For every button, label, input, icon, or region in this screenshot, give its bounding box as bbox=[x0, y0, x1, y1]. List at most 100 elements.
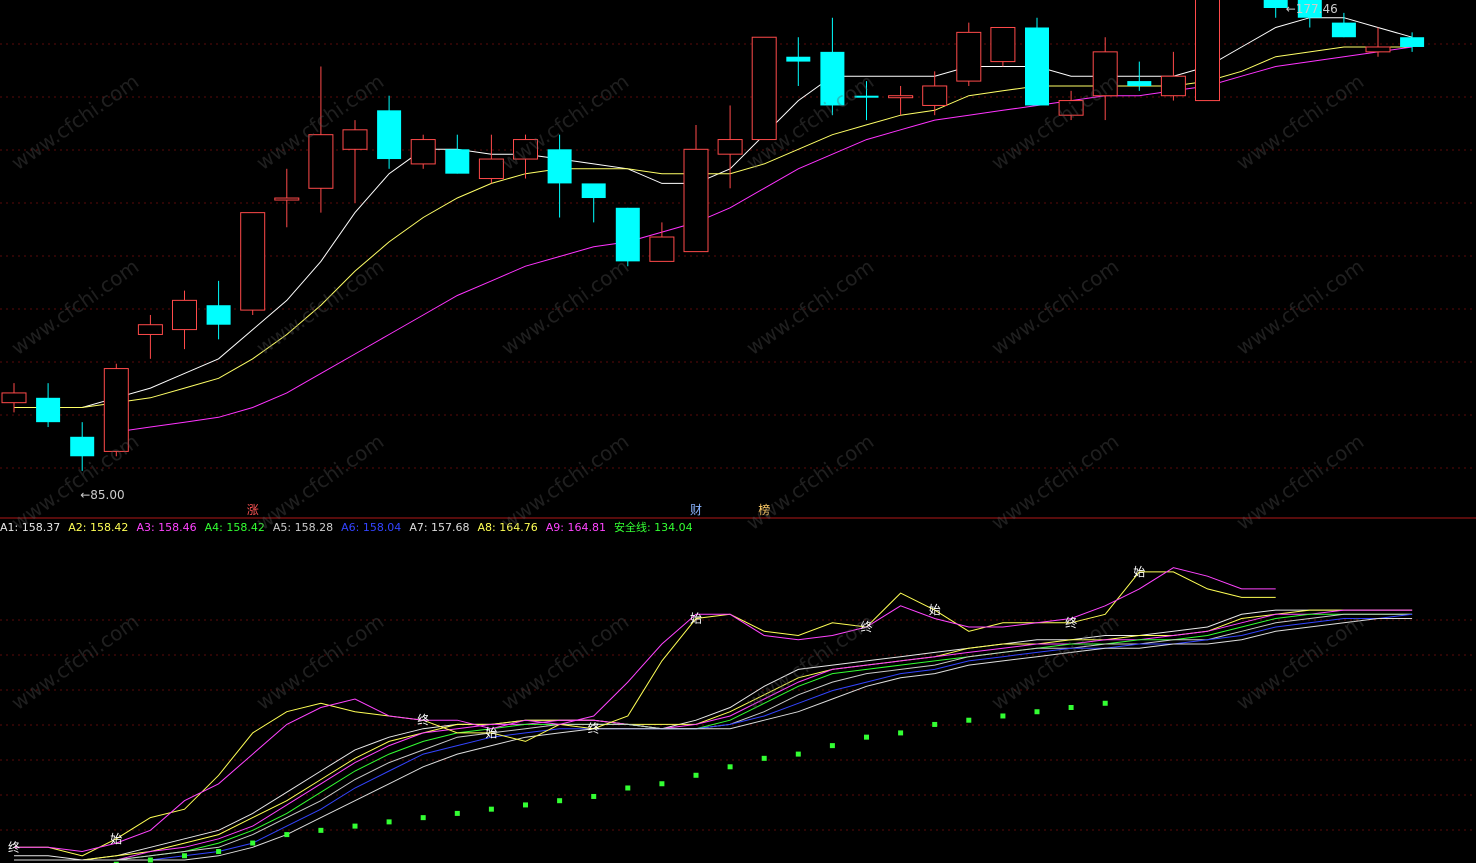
safety-dot bbox=[795, 751, 801, 757]
min-price-label: ←85.00 bbox=[80, 488, 124, 502]
candle-body bbox=[103, 368, 129, 452]
legend-item: A3: 158.46 bbox=[136, 521, 197, 534]
candle bbox=[683, 124, 709, 253]
safety-dot bbox=[318, 827, 324, 833]
candle bbox=[70, 422, 95, 471]
safety-dot bbox=[1034, 709, 1040, 715]
candle-body bbox=[581, 183, 606, 199]
candle bbox=[240, 212, 266, 315]
indicator-legend: A1: 158.37 A2: 158.42 A3: 158.46 A4: 158.42… bbox=[0, 520, 701, 536]
candle-body bbox=[1160, 75, 1186, 97]
candle bbox=[615, 207, 640, 267]
candle bbox=[1, 383, 27, 413]
safety-dot bbox=[147, 857, 153, 863]
safety-dot bbox=[659, 781, 665, 787]
indicator-line-5 bbox=[14, 613, 1413, 861]
indicator-line-1 bbox=[14, 609, 1413, 861]
indicator-line-4 bbox=[14, 613, 1413, 861]
candle-body bbox=[377, 110, 402, 160]
candle-body bbox=[683, 148, 709, 253]
signal-marker: 始 bbox=[929, 603, 941, 617]
legend-item: 安全线: 134.04 bbox=[613, 521, 693, 534]
safety-dot bbox=[1068, 705, 1074, 710]
signal-marker: 始 bbox=[690, 612, 702, 626]
candle bbox=[956, 22, 982, 86]
candle-body bbox=[70, 436, 95, 457]
candle-body bbox=[172, 299, 197, 331]
safety-dot bbox=[625, 785, 631, 791]
indicator-line-2 bbox=[14, 609, 1413, 861]
candle bbox=[786, 37, 811, 86]
candle-body bbox=[1331, 22, 1356, 38]
candle-body bbox=[751, 36, 777, 141]
candle bbox=[820, 17, 845, 116]
candle-body bbox=[1263, 0, 1288, 8]
candle bbox=[751, 36, 777, 141]
chart-canvas: ←177.46←85.00涨财榜 终始终始 终始终始终始 bbox=[0, 0, 1476, 863]
candle-body bbox=[410, 139, 436, 165]
candle-body bbox=[1058, 100, 1084, 116]
safety-dot bbox=[523, 802, 528, 808]
candle bbox=[1365, 27, 1391, 57]
legend-item: A9: 164.81 bbox=[545, 521, 606, 534]
candle bbox=[137, 314, 163, 359]
candle bbox=[377, 95, 402, 169]
candle bbox=[922, 71, 948, 116]
candle-body bbox=[990, 26, 1016, 63]
candle-body bbox=[1127, 81, 1152, 86]
candle-body bbox=[1, 392, 27, 404]
safety-dot bbox=[1000, 713, 1006, 719]
legend-item: A8: 164.76 bbox=[477, 521, 538, 534]
candle bbox=[1058, 90, 1084, 121]
signal-marker: 始 bbox=[110, 832, 122, 846]
candle bbox=[854, 81, 879, 121]
candle-body bbox=[1092, 51, 1118, 97]
safety-dot bbox=[898, 730, 904, 736]
signal-marker: 终 bbox=[588, 721, 600, 736]
candle-body bbox=[1195, 0, 1220, 102]
candle-body bbox=[1025, 27, 1049, 106]
candle bbox=[103, 363, 129, 457]
safety-dot bbox=[420, 815, 426, 821]
indicator-line-9 bbox=[14, 567, 1276, 853]
indicator-line-6 bbox=[14, 613, 1413, 861]
candle-body bbox=[137, 324, 163, 335]
candle bbox=[1195, 0, 1220, 102]
candle bbox=[478, 134, 504, 184]
safety-dot bbox=[761, 755, 767, 761]
candle bbox=[36, 383, 61, 428]
candle bbox=[1092, 37, 1118, 121]
candle bbox=[342, 120, 368, 203]
candle-body bbox=[478, 158, 504, 180]
candle bbox=[513, 134, 538, 179]
candle-body bbox=[240, 212, 266, 311]
candle-body bbox=[36, 397, 61, 423]
safety-dot bbox=[488, 806, 494, 812]
event-marker: 涨 bbox=[247, 502, 259, 517]
signal-marker: 终 bbox=[1065, 615, 1077, 630]
indicator-panel: 终始终始 终始终始终始 bbox=[8, 565, 1413, 863]
candle bbox=[1025, 17, 1049, 106]
candle-body bbox=[513, 139, 538, 160]
legend-item: A5: 158.28 bbox=[272, 521, 334, 534]
indicator-line-8 bbox=[14, 571, 1276, 857]
max-price-label: ←177.46 bbox=[1286, 2, 1338, 16]
signal-marker: 终 bbox=[861, 619, 873, 634]
candle bbox=[274, 168, 300, 228]
candle-body bbox=[308, 134, 334, 189]
candle-body bbox=[1400, 37, 1425, 47]
candle bbox=[1160, 51, 1186, 101]
candle-body bbox=[786, 56, 811, 62]
candle bbox=[445, 134, 470, 174]
candle bbox=[990, 26, 1016, 67]
safety-dot bbox=[454, 810, 460, 816]
candle-body bbox=[888, 95, 914, 99]
legend-item: A2: 158.42 bbox=[68, 521, 129, 534]
legend-item: A6: 158.04 bbox=[341, 521, 402, 534]
candle-body bbox=[854, 95, 879, 98]
candle-body bbox=[1365, 46, 1391, 53]
candle bbox=[547, 134, 572, 218]
safety-dot bbox=[250, 840, 256, 846]
candlestick-panel: ←177.46 ←85.00 涨 财 榜 bbox=[1, 0, 1425, 517]
safety-dot bbox=[727, 764, 733, 770]
